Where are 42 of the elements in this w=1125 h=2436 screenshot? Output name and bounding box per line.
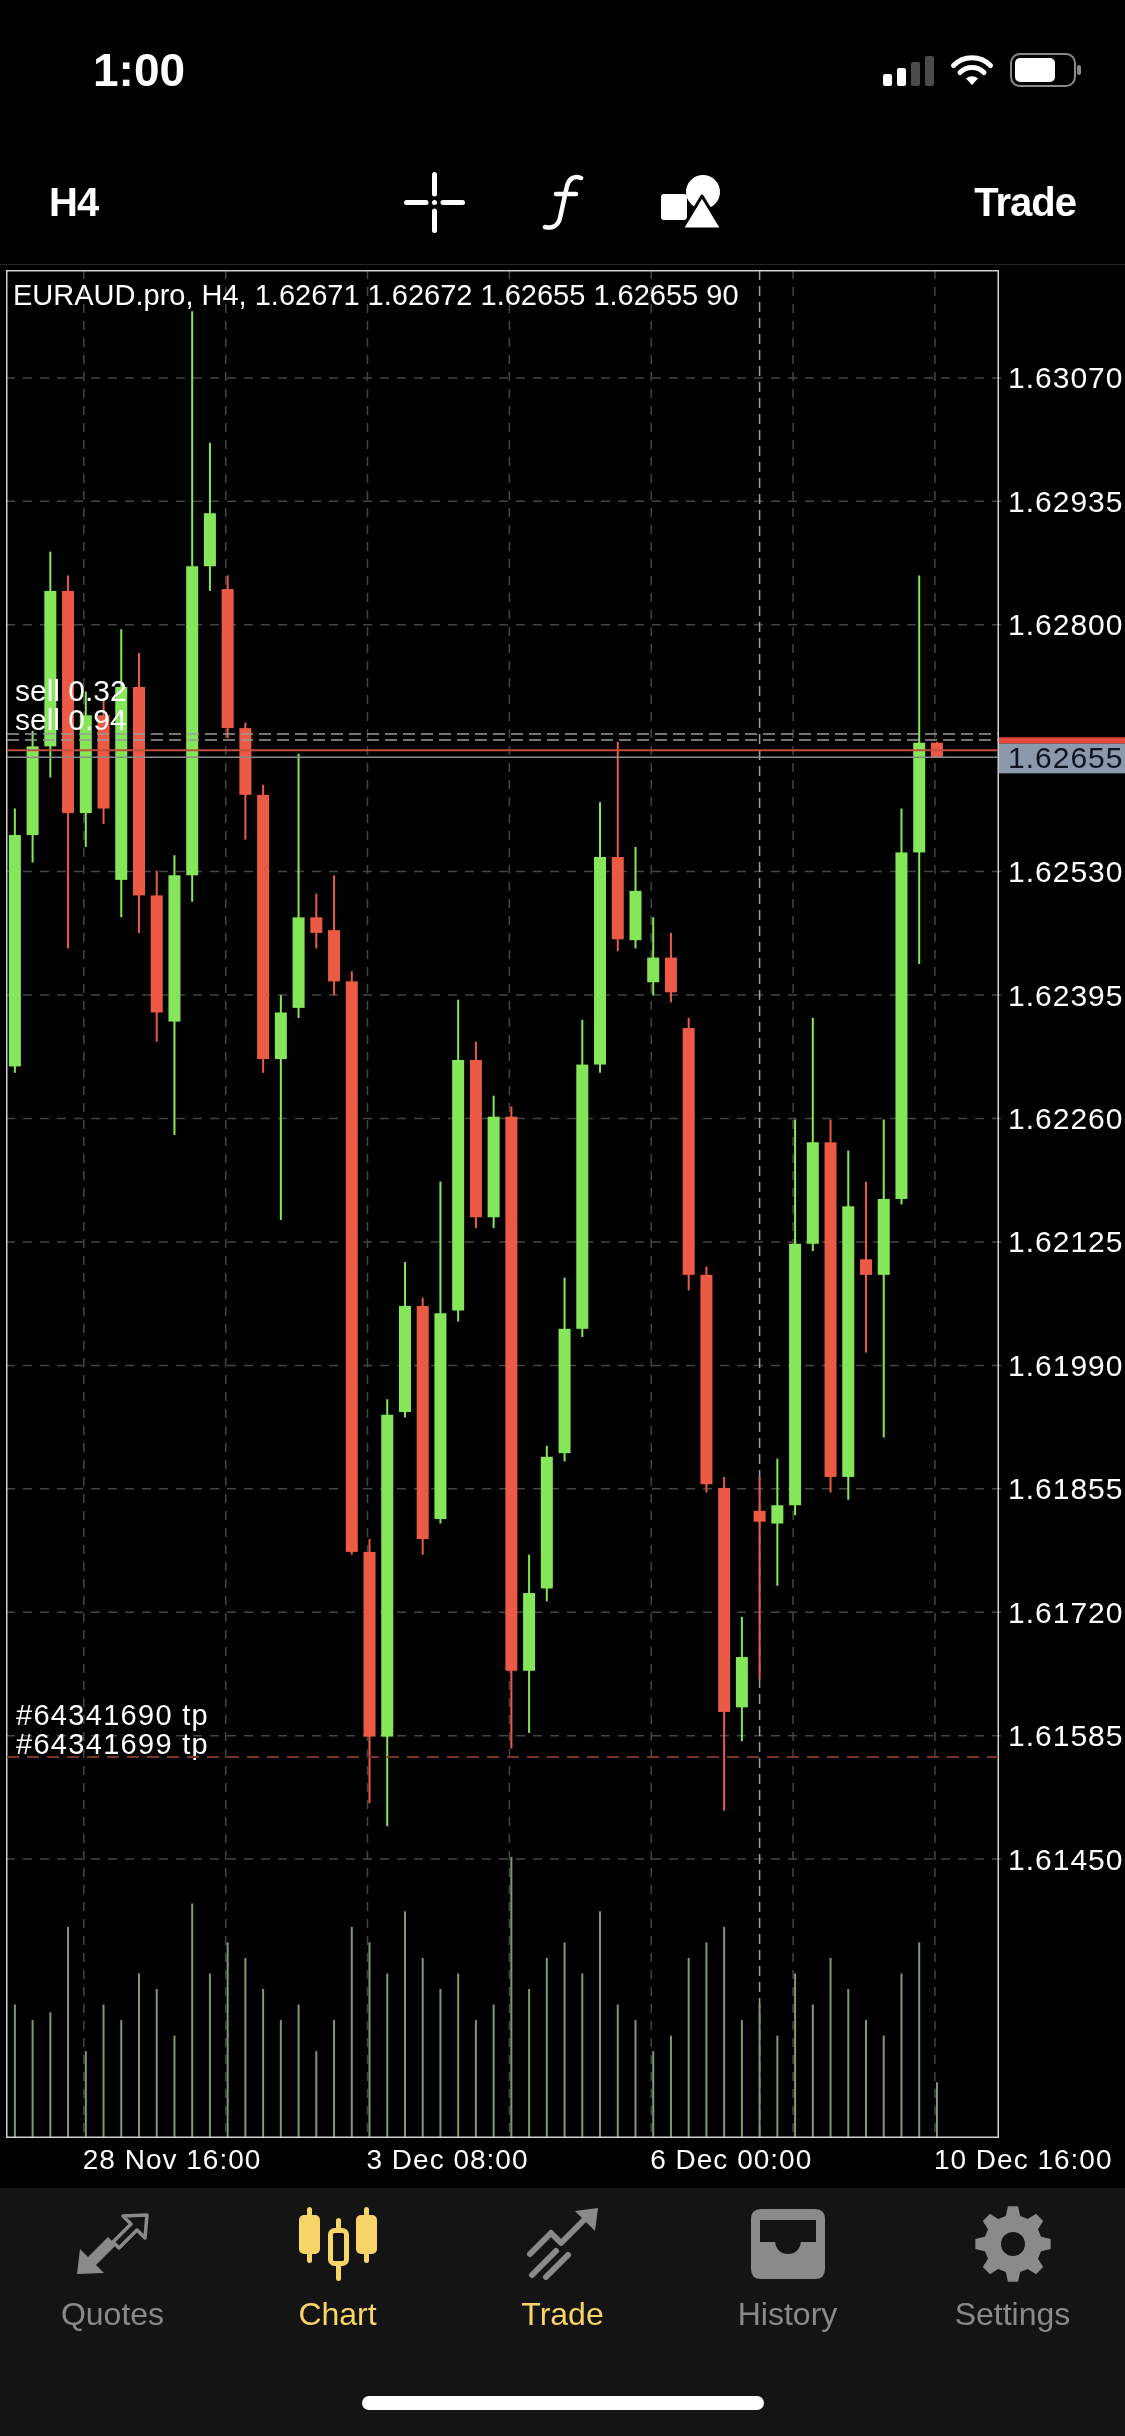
signal-icon — [883, 54, 934, 86]
price-axis-label: 1.62125 — [1008, 1225, 1124, 1259]
time-axis-label: 28 Nov 16:00 — [82, 2144, 262, 2175]
arrows-icon — [74, 2211, 151, 2277]
price-axis-label: 1.61585 — [1008, 1719, 1124, 1753]
settings-icon — [974, 2206, 1051, 2282]
take-profit-label: #64341690 tp — [16, 1699, 209, 1731]
function-icon — [541, 173, 584, 231]
price-axis-label: 1.63070 — [1008, 361, 1124, 395]
wifi-icon — [949, 53, 995, 87]
candlestick-icon — [298, 2206, 377, 2282]
timeframe-button[interactable]: H4 — [49, 180, 99, 224]
bearish-candle — [310, 892, 323, 950]
price-axis-label: 1.61450 — [1008, 1842, 1124, 1876]
current-price-tag: 1.62655 — [999, 740, 1125, 774]
status-time: 1:00 — [93, 47, 186, 93]
price-axis-label: 1.61990 — [1008, 1348, 1124, 1382]
shapes-icon — [660, 174, 722, 230]
tab-bar-item[interactable]: Chart — [292, 2188, 383, 2332]
trade-button[interactable]: Trade — [974, 180, 1076, 224]
price-axis-label: 1.61720 — [1008, 1595, 1124, 1629]
objects-button[interactable] — [660, 174, 722, 230]
price-axis-label: 1.62260 — [1008, 1102, 1124, 1135]
price-axis-label: 1.61855 — [1008, 1472, 1124, 1506]
trend-arrow-icon — [524, 2208, 601, 2280]
time-axis-label: 6 Dec 00:00 — [650, 2144, 813, 2175]
crosshair-icon — [403, 171, 465, 233]
battery-icon — [1010, 53, 1082, 87]
time-axis-label: 10 Dec 16:00 — [933, 2144, 1113, 2175]
crosshair-button[interactable] — [403, 171, 465, 233]
tab-bar-item[interactable]: Trade — [515, 2188, 610, 2332]
tab-bar-item[interactable]: Settings — [948, 2188, 1077, 2332]
price-axis-label: 1.62935 — [1008, 484, 1124, 518]
inbox-tray-icon — [750, 2209, 825, 2279]
time-axis-label: 3 Dec 08:00 — [366, 2144, 529, 2175]
tab-bar-item[interactable]: Quotes — [54, 2188, 171, 2332]
symbol-info-text: EURAUD.pro, H4, 1.62671 1.62672 1.62655 1.62655 90 — [13, 279, 739, 311]
price-axis-label: 1.62395 — [1008, 978, 1124, 1012]
indicators-button[interactable] — [541, 173, 584, 231]
tab-bar-item[interactable]: History — [731, 2188, 844, 2332]
price-axis-label: 1.62530 — [1008, 855, 1124, 889]
price-axis-label: 1.62800 — [1008, 608, 1124, 642]
